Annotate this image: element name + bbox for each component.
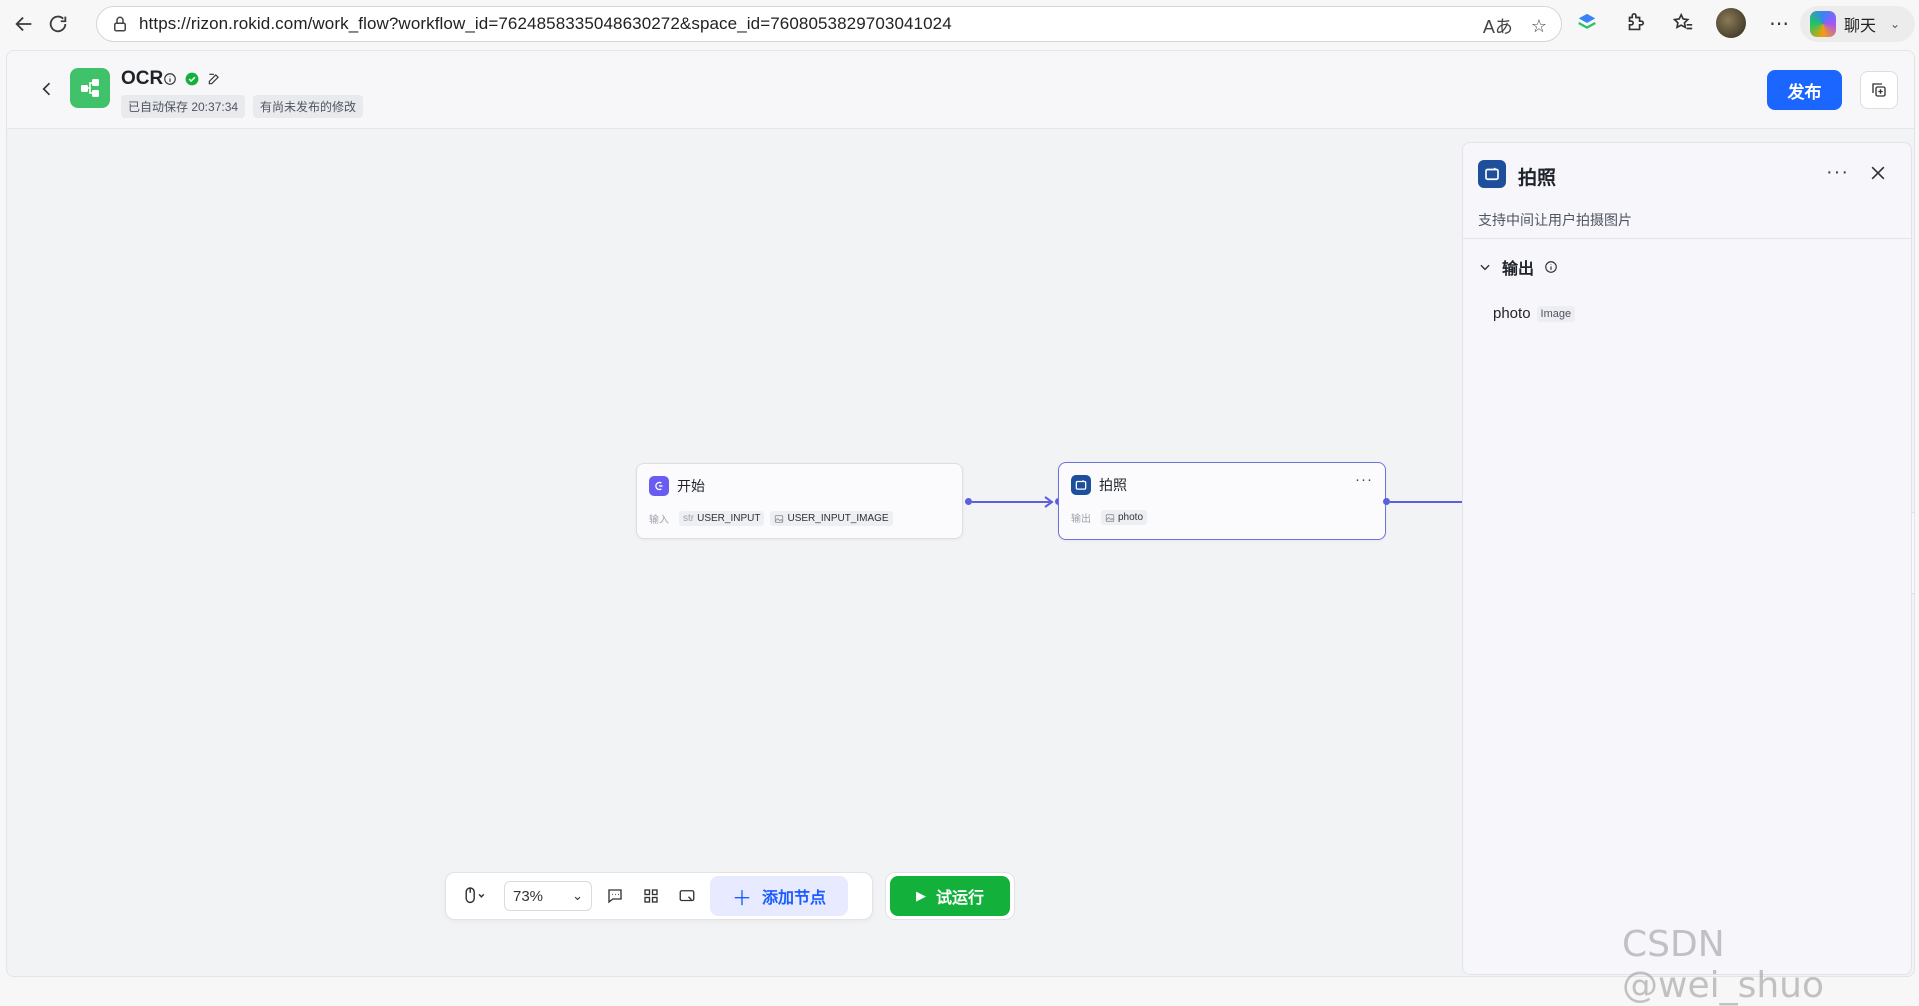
- autosave-badge: 已自动保存 20:37:34: [121, 95, 246, 118]
- param-name: USER_INPUT_IMAGE: [787, 513, 889, 524]
- param-name: USER_INPUT: [697, 513, 761, 524]
- param-chip: photo: [1101, 510, 1148, 525]
- chevron-down-icon: [1480, 264, 1490, 271]
- duplicate-icon: [1872, 83, 1886, 97]
- more-menu-icon[interactable]: ⋯: [1764, 8, 1794, 38]
- image-icon: [775, 514, 784, 523]
- back-chevron-icon[interactable]: [37, 79, 57, 99]
- chevron-down-icon: ⌄: [572, 888, 583, 903]
- start-output-port[interactable]: [965, 498, 972, 505]
- plus-icon: ＋: [731, 887, 752, 910]
- play-icon: ▶: [915, 888, 926, 903]
- verified-check-icon: [184, 71, 200, 87]
- site-info-icon[interactable]: [111, 15, 129, 33]
- favorites-icon[interactable]: [1668, 8, 1698, 38]
- param-chip: str USER_INPUT: [679, 511, 765, 526]
- layout-grid-icon[interactable]: [638, 883, 664, 909]
- workflow-canvas[interactable]: 开始 输入 str USER_INPUT USER_INPUT_IMAGE 拍照…: [7, 130, 1914, 976]
- zoom-value: 73%: [513, 887, 544, 905]
- duplicate-button[interactable]: [1860, 71, 1898, 109]
- output-section-title: 输出: [1502, 261, 1535, 278]
- minimap-icon[interactable]: [674, 883, 700, 909]
- panel-title: 拍照: [1518, 168, 1557, 189]
- start-icon: [649, 476, 669, 496]
- favorite-star-icon[interactable]: ☆: [1531, 16, 1547, 37]
- output-name: photo: [1493, 305, 1531, 322]
- edit-icon[interactable]: [206, 71, 222, 87]
- unpublished-badge: 有尚未发布的修改: [253, 95, 364, 118]
- info-icon[interactable]: [162, 71, 178, 87]
- refresh-icon[interactable]: [40, 6, 76, 42]
- extensions-puzzle-icon[interactable]: [1620, 8, 1650, 38]
- output-section-toggle[interactable]: 输出: [1478, 255, 1558, 279]
- start-node-title: 开始: [677, 478, 705, 494]
- test-run-button[interactable]: ▶ 试运行: [890, 876, 1010, 916]
- param-name: photo: [1118, 512, 1144, 523]
- extension-diamond-icon[interactable]: [1572, 8, 1602, 38]
- start-node[interactable]: 开始 输入 str USER_INPUT USER_INPUT_IMAGE: [636, 463, 963, 539]
- chat-label: 聊天: [1844, 18, 1877, 35]
- panel-description: 支持中间让用户拍摄图片: [1478, 212, 1632, 228]
- photo-output-port[interactable]: [1383, 498, 1390, 505]
- string-type-prefix: str: [683, 513, 695, 524]
- zoom-select[interactable]: 73% ⌄: [504, 881, 592, 911]
- page-title: OCR: [121, 68, 164, 89]
- param-chip: USER_INPUT_IMAGE: [770, 511, 893, 526]
- copilot-icon: [1810, 11, 1836, 37]
- workflow-app: OCR 已自动保存 20:37:34 有尚未发布的修改 发布 开始 输入 str…: [6, 50, 1915, 977]
- add-node-button[interactable]: ＋ 添加节点: [710, 876, 848, 916]
- translate-icon[interactable]: Aあ: [1483, 13, 1513, 39]
- output-item: photo Image: [1493, 305, 1576, 322]
- workflow-icon: [81, 79, 99, 97]
- panel-more-icon[interactable]: ···: [1826, 161, 1849, 184]
- camera-icon: [1478, 160, 1506, 188]
- divider: [1463, 238, 1911, 239]
- image-icon: [1105, 513, 1115, 522]
- photo-output-label: 输出: [1071, 514, 1091, 525]
- address-bar[interactable]: https://rizon.rokid.com/work_flow?workfl…: [96, 6, 1562, 42]
- publish-button[interactable]: 发布: [1767, 70, 1842, 110]
- close-icon[interactable]: [1868, 163, 1888, 183]
- workflow-logo: [70, 68, 110, 108]
- edge-photo-to-next[interactable]: [1390, 501, 1462, 503]
- add-node-label: 添加节点: [761, 890, 826, 907]
- comment-icon[interactable]: [602, 883, 628, 909]
- url-text: https://rizon.rokid.com/work_flow?workfl…: [139, 14, 952, 33]
- browser-toolbar: https://rizon.rokid.com/work_flow?workfl…: [0, 0, 1919, 48]
- copilot-chat-button[interactable]: 聊天 ⌄: [1800, 6, 1915, 42]
- info-icon[interactable]: [1544, 260, 1558, 274]
- photo-node[interactable]: 拍照 ··· 输出 photo: [1058, 462, 1386, 540]
- photo-node-title: 拍照: [1099, 477, 1127, 493]
- mouse-mode-icon[interactable]: [456, 883, 494, 909]
- watermark: CSDN @wei_shuo: [1622, 924, 1825, 1006]
- test-run-label: 试运行: [935, 890, 984, 907]
- edge-arrow-icon: [1044, 496, 1054, 508]
- camera-icon: [1071, 475, 1091, 495]
- chevron-down-icon: ⌄: [1890, 17, 1901, 31]
- node-detail-panel: 拍照 ··· 支持中间让用户拍摄图片 输出 photo Image: [1462, 142, 1912, 975]
- start-input-label: 输入: [649, 515, 669, 526]
- back-arrow-icon[interactable]: [6, 6, 42, 42]
- edge-start-to-photo[interactable]: [972, 501, 1051, 503]
- output-type-tag: Image: [1536, 305, 1576, 322]
- node-more-icon[interactable]: ···: [1355, 471, 1373, 488]
- app-header: OCR 已自动保存 20:37:34 有尚未发布的修改 发布: [7, 51, 1914, 129]
- canvas-toolbar: 73% ⌄ ＋ 添加节点: [445, 872, 873, 920]
- run-wrapper: ▶ 试运行: [885, 872, 1015, 920]
- profile-avatar[interactable]: [1716, 8, 1746, 38]
